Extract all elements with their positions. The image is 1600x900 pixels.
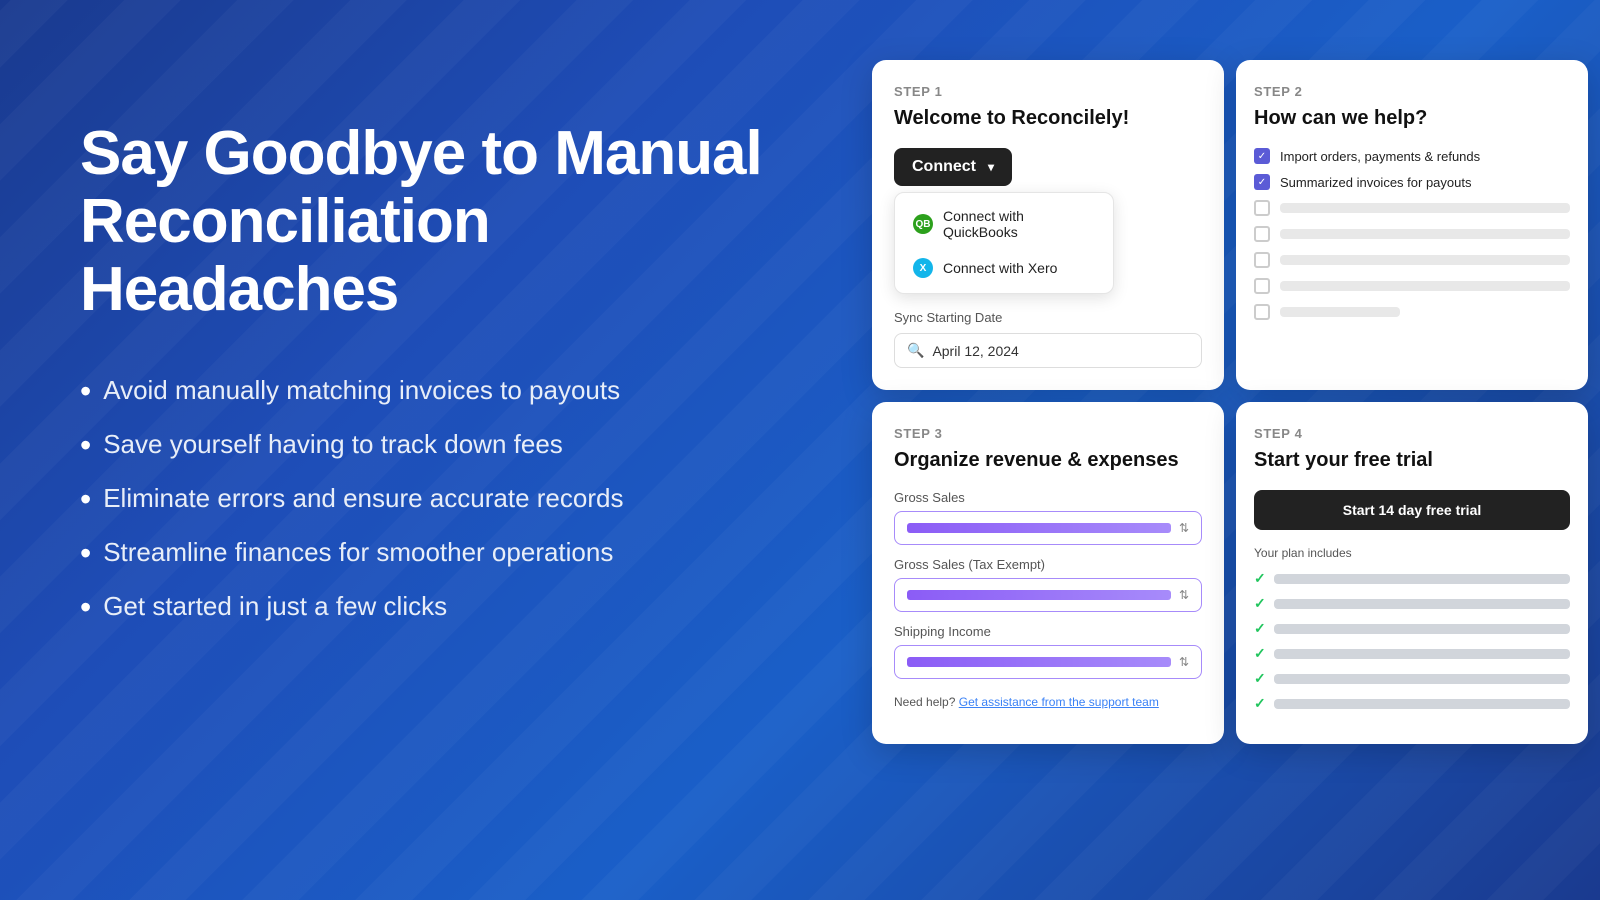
checkbox-unchecked-2[interactable] xyxy=(1254,226,1270,242)
checkbox-row-5[interactable] xyxy=(1254,252,1570,268)
step3-title: Organize revenue & expenses xyxy=(894,449,1202,472)
search-icon: 🔍 xyxy=(907,342,924,359)
check-icon-6: ✓ xyxy=(1254,695,1266,712)
step4-card: STEP 4 Start your free trial Start 14 da… xyxy=(1236,402,1588,744)
gross-sales-tax-select[interactable]: ⇅ xyxy=(894,578,1202,612)
shipping-income-label: Shipping Income xyxy=(894,624,1202,639)
gross-sales-tax-label: Gross Sales (Tax Exempt) xyxy=(894,557,1202,572)
step2-label: STEP 2 xyxy=(1254,84,1570,99)
trial-button[interactable]: Start 14 day free trial xyxy=(1254,490,1570,530)
plan-item-5: ✓ xyxy=(1254,670,1570,687)
feature-list: Avoid manually matching invoices to payo… xyxy=(80,375,780,623)
check-icon-3: ✓ xyxy=(1254,620,1266,637)
checkbox-checked-1[interactable] xyxy=(1254,148,1270,164)
checkbox-unchecked-4[interactable] xyxy=(1254,278,1270,294)
checkbox-row-3[interactable] xyxy=(1254,200,1570,216)
check-icon-4: ✓ xyxy=(1254,645,1266,662)
bullet-5: Get started in just a few clicks xyxy=(80,591,780,623)
support-link[interactable]: Get assistance from the support team xyxy=(959,695,1159,709)
sync-date-input[interactable]: 🔍 April 12, 2024 xyxy=(894,333,1202,368)
step4-title: Start your free trial xyxy=(1254,449,1570,472)
plan-item-2: ✓ xyxy=(1254,595,1570,612)
help-text: Need help? Get assistance from the suppo… xyxy=(894,695,1202,709)
shipping-income-select[interactable]: ⇅ xyxy=(894,645,1202,679)
checkbox-row-1[interactable]: Import orders, payments & refunds xyxy=(1254,148,1570,164)
plan-item-3: ✓ xyxy=(1254,620,1570,637)
bullet-3: Eliminate errors and ensure accurate rec… xyxy=(80,483,780,515)
checkbox-row-2[interactable]: Summarized invoices for payouts xyxy=(1254,174,1570,190)
sync-date-label: Sync Starting Date xyxy=(894,310,1202,325)
step1-label: STEP 1 xyxy=(894,84,1202,99)
checkbox-row-7[interactable] xyxy=(1254,304,1570,320)
main-heading: Say Goodbye to Manual Reconciliation Hea… xyxy=(80,120,780,325)
check-icon-2: ✓ xyxy=(1254,595,1266,612)
quickbooks-icon: QB xyxy=(913,214,933,234)
check-icon-5: ✓ xyxy=(1254,670,1266,687)
bullet-1: Avoid manually matching invoices to payo… xyxy=(80,375,780,407)
bullet-2: Save yourself having to track down fees xyxy=(80,429,780,461)
left-section: Say Goodbye to Manual Reconciliation Hea… xyxy=(80,120,780,623)
step4-label: STEP 4 xyxy=(1254,426,1570,441)
chevron-down-icon: ▾ xyxy=(988,160,994,174)
gross-sales-label: Gross Sales xyxy=(894,490,1202,505)
bullet-4: Streamline finances for smoother operati… xyxy=(80,537,780,569)
plan-item-6: ✓ xyxy=(1254,695,1570,712)
plan-item-4: ✓ xyxy=(1254,645,1570,662)
step3-card: STEP 3 Organize revenue & expenses Gross… xyxy=(872,402,1224,744)
step1-card: STEP 1 Welcome to Reconcilely! Connect ▾… xyxy=(872,60,1224,390)
connect-button[interactable]: Connect ▾ xyxy=(894,148,1012,186)
checkbox-row-6[interactable] xyxy=(1254,278,1570,294)
chevron-down-icon-3: ⇅ xyxy=(1179,655,1189,669)
quickbooks-option[interactable]: QB Connect with QuickBooks xyxy=(901,199,1107,249)
checkbox-unchecked-3[interactable] xyxy=(1254,252,1270,268)
xero-option[interactable]: X Connect with Xero xyxy=(901,249,1107,287)
right-section: STEP 1 Welcome to Reconcilely! Connect ▾… xyxy=(860,60,1600,744)
check-icon-1: ✓ xyxy=(1254,570,1266,587)
step2-title: How can we help? xyxy=(1254,107,1570,130)
checkbox-row-4[interactable] xyxy=(1254,226,1570,242)
plan-item-1: ✓ xyxy=(1254,570,1570,587)
checkbox-checked-2[interactable] xyxy=(1254,174,1270,190)
step2-card: STEP 2 How can we help? Import orders, p… xyxy=(1236,60,1588,390)
checkbox-unchecked-5[interactable] xyxy=(1254,304,1270,320)
xero-icon: X xyxy=(913,258,933,278)
plan-label: Your plan includes xyxy=(1254,546,1570,560)
chevron-down-icon: ⇅ xyxy=(1179,521,1189,535)
connect-dropdown: QB Connect with QuickBooks X Connect wit… xyxy=(894,192,1114,294)
step3-label: STEP 3 xyxy=(894,426,1202,441)
step1-title: Welcome to Reconcilely! xyxy=(894,107,1202,130)
chevron-down-icon-2: ⇅ xyxy=(1179,588,1189,602)
gross-sales-select[interactable]: ⇅ xyxy=(894,511,1202,545)
checkbox-unchecked-1[interactable] xyxy=(1254,200,1270,216)
